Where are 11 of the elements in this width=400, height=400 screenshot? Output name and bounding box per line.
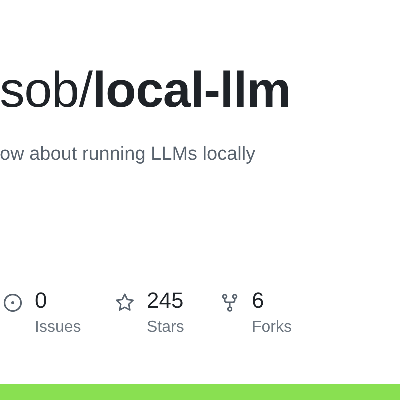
stat-count: 0 xyxy=(35,287,48,315)
issue-icon xyxy=(3,293,23,313)
stat-label: Stars xyxy=(147,319,184,337)
stat-count: 6 xyxy=(252,287,266,315)
repo-title: sob/local-llm xyxy=(0,62,292,118)
fork-icon xyxy=(220,293,240,313)
repo-description: ow about running LLMs locally xyxy=(0,144,257,166)
star-icon xyxy=(115,293,135,313)
stat-label: Forks xyxy=(252,319,292,337)
stat-count: 245 xyxy=(147,287,184,315)
stat-label: Issues xyxy=(35,319,82,337)
